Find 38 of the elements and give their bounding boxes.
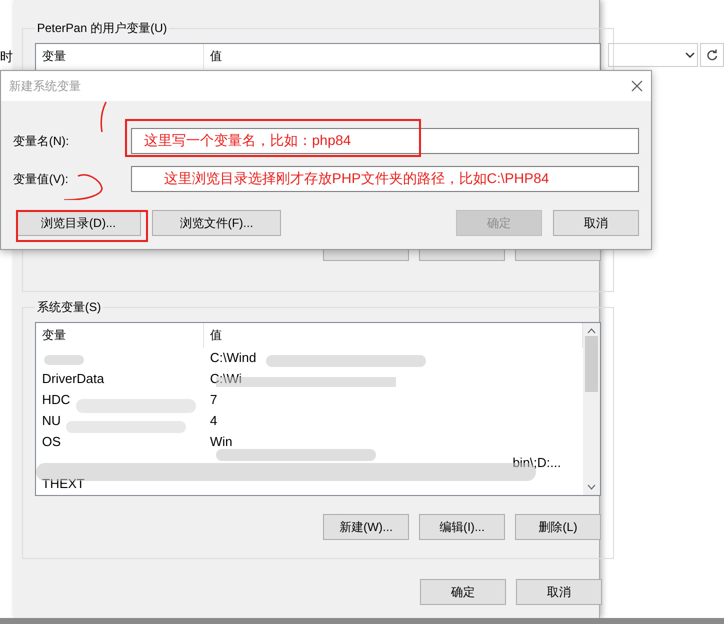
annotation-text: 这里浏览目录选择刚才存放PHP文件夹的路径，比如C:\PHP84 xyxy=(164,170,550,188)
input-field[interactable]: 这里写一个变量名，比如：php84 xyxy=(131,128,639,154)
group-title: PeterPan 的用户变量(U) xyxy=(36,20,168,37)
dialog-button[interactable]: 取消 xyxy=(553,210,639,236)
ok-button[interactable]: 确定 xyxy=(420,579,506,605)
table-cell-text: bin\;D:... xyxy=(512,455,562,470)
refresh-icon xyxy=(706,49,718,61)
field-label: 变量值(V): xyxy=(13,170,70,188)
dialog-button[interactable]: 浏览目录(D)... xyxy=(16,210,141,236)
table-cell-text: OS xyxy=(41,434,62,449)
input-field[interactable]: 这里浏览目录选择刚才存放PHP文件夹的路径，比如C:\PHP84 xyxy=(131,166,639,192)
system-variable-button[interactable]: 删除(L) xyxy=(515,514,601,540)
refresh-button[interactable] xyxy=(700,43,724,67)
table-cell-text: 4 xyxy=(209,413,218,428)
column-header[interactable]: 变量 xyxy=(36,44,204,69)
table-cell-text: C:\Wind xyxy=(209,350,258,365)
system-variable-button[interactable]: 编辑(I)... xyxy=(419,514,505,540)
system-variable-button[interactable]: 新建(W)... xyxy=(323,514,409,540)
table-cell-text: NU xyxy=(41,413,62,428)
table-cell-text: 7 xyxy=(209,392,218,407)
table-cell-text: HDC xyxy=(41,392,72,407)
column-header[interactable]: 值 xyxy=(204,44,600,69)
table-cell-text: C:\Wi xyxy=(209,371,243,386)
scrollbar[interactable] xyxy=(583,323,600,495)
background-text: 时 xyxy=(0,48,14,66)
dialog-title: 新建系统变量 xyxy=(9,78,81,94)
close-icon[interactable] xyxy=(631,80,643,92)
table-cell-text: Win xyxy=(209,434,234,449)
cancel-button[interactable]: 取消 xyxy=(516,579,602,605)
group-title: 系统变量(S) xyxy=(36,299,102,316)
table-cell-text: DriverData xyxy=(41,371,106,386)
chevron-down-icon[interactable] xyxy=(685,52,695,58)
dropdown-field[interactable] xyxy=(608,43,698,67)
dialog-button[interactable]: 浏览文件(F)... xyxy=(152,210,281,236)
field-label: 变量名(N): xyxy=(13,132,70,150)
column-header[interactable]: 变量 xyxy=(36,323,204,348)
table-cell-text: THEXT xyxy=(41,476,86,491)
annotation-text: 这里写一个变量名，比如：php84 xyxy=(144,132,351,150)
